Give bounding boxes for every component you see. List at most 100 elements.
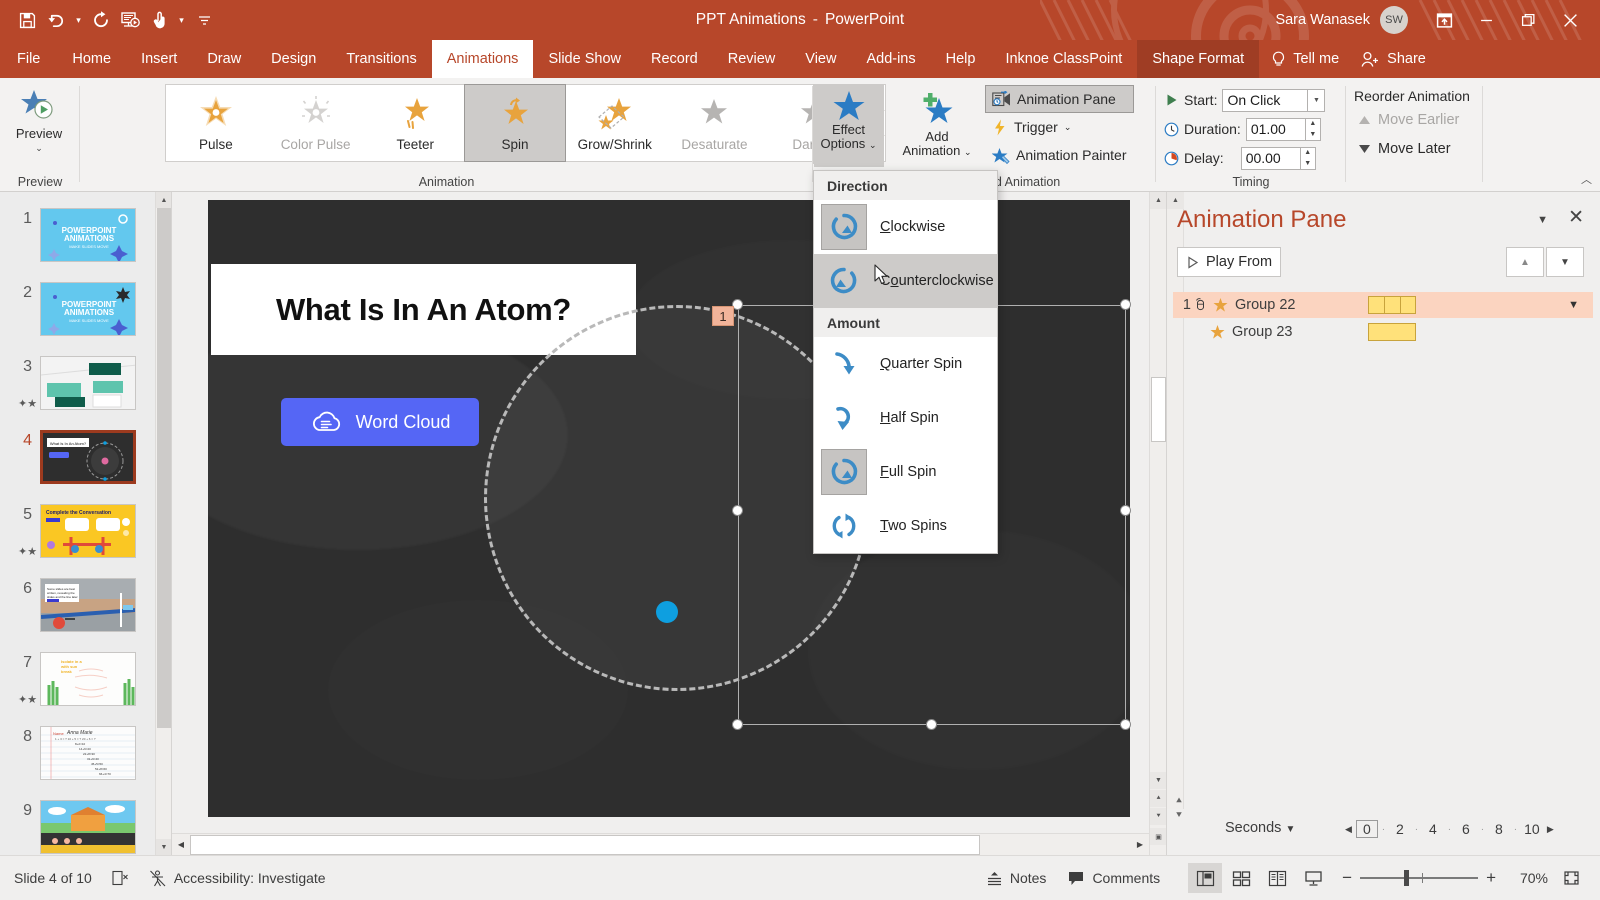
slide-horizontal-scrollbar[interactable]: ◀ ▶ <box>172 833 1149 855</box>
slide-thumbnail-9[interactable] <box>40 800 136 854</box>
animation-item-teeter[interactable]: Teeter <box>365 85 465 161</box>
zoom-handle[interactable] <box>1404 870 1409 886</box>
tab-slide-show[interactable]: Slide Show <box>533 40 636 78</box>
tab-help[interactable]: Help <box>931 40 991 78</box>
duration-up-icon[interactable]: ▲ <box>1306 119 1320 130</box>
menu-item-full-spin[interactable]: Full Spin <box>814 445 997 499</box>
zoom-track[interactable] <box>1360 877 1478 879</box>
animation-item-pulse[interactable]: Pulse <box>166 85 266 161</box>
thumbnail-scroll-thumb[interactable] <box>157 208 171 728</box>
share-button[interactable]: Share <box>1351 40 1442 78</box>
tab-shape-format[interactable]: Shape Format <box>1137 40 1259 78</box>
menu-item-clockwise[interactable]: Clockwise <box>814 200 997 254</box>
thumbnail-scroll-down-icon[interactable]: ▼ <box>156 839 172 855</box>
redo-icon[interactable] <box>88 6 114 34</box>
tab-draw[interactable]: Draw <box>192 40 256 78</box>
selection-handle-sw[interactable] <box>732 719 743 730</box>
language-icon[interactable] <box>102 863 139 893</box>
duration-stepper[interactable]: ▲▼ <box>1306 118 1321 141</box>
play-from-button[interactable]: Play From <box>1177 247 1281 277</box>
tab-add-ins[interactable]: Add-ins <box>851 40 930 78</box>
slide-vertical-scrollbar[interactable]: ▲ ▼ ⯅ ⯆ ▣ <box>1149 192 1166 855</box>
animation-item-chevron-down-icon[interactable]: ▼ <box>1568 299 1579 311</box>
back-to-current-slide-icon[interactable]: ▣ <box>1150 828 1167 845</box>
thumbnail-scroll-up-icon[interactable]: ▲ <box>156 192 172 208</box>
undo-icon[interactable] <box>43 6 69 34</box>
move-later-button[interactable]: Move Later <box>1354 136 1470 162</box>
avatar[interactable]: SW <box>1380 6 1408 34</box>
selection-handle-ne[interactable] <box>1120 299 1131 310</box>
slide-scroll-right-icon[interactable]: ▶ <box>1131 835 1149 855</box>
duration-down-icon[interactable]: ▼ <box>1306 129 1320 140</box>
accessibility-button[interactable]: Accessibility: Investigate <box>139 863 336 893</box>
slide-scroll-thumb[interactable] <box>1151 377 1166 442</box>
animation-pane-splitter[interactable]: ▲ <box>1167 192 1184 809</box>
electron-dot[interactable] <box>656 601 678 623</box>
notes-button[interactable]: Notes <box>976 863 1057 893</box>
slide-hscroll-thumb[interactable] <box>190 835 980 855</box>
slide-scroll-left-icon[interactable]: ◀ <box>172 835 190 855</box>
close-pane-icon[interactable]: ✕ <box>1568 206 1584 229</box>
slide-show-view-button[interactable] <box>1296 863 1330 893</box>
slide-thumbnail-2[interactable]: POWERPOINTANIMATIONSMAKE SLIDES MOVE <box>40 282 136 336</box>
ruler-scroll-left-icon[interactable]: ◀ <box>1341 824 1356 835</box>
move-up-icon[interactable]: ▲ <box>1506 247 1544 277</box>
zoom-percentage[interactable]: 70% <box>1508 870 1548 886</box>
tab-record[interactable]: Record <box>636 40 713 78</box>
tab-view[interactable]: View <box>790 40 851 78</box>
zoom-in-icon[interactable]: + <box>1486 868 1496 888</box>
pane-page-down-icon[interactable]: ⯆ <box>1175 810 1183 821</box>
menu-item-two-spins[interactable]: Two Spins <box>814 499 997 553</box>
touch-mode-dropdown-icon[interactable]: ▾ <box>175 6 188 34</box>
selection-handle-w[interactable] <box>732 505 743 516</box>
preview-button[interactable]: Preview ⌄ <box>8 84 70 170</box>
effect-options-button[interactable]: Effect Options ⌄ <box>813 84 884 164</box>
slide-scroll-up-icon[interactable]: ▲ <box>1150 192 1167 209</box>
tab-file[interactable]: File <box>0 40 57 78</box>
start-input[interactable]: On Click <box>1222 89 1308 112</box>
ribbon-display-options-icon[interactable] <box>1424 0 1464 40</box>
timeline-bar-group-23[interactable] <box>1368 323 1416 341</box>
animation-list-item-group-22[interactable]: 1 Group 22 ▼ <box>1173 292 1593 318</box>
slide-thumbnail-6[interactable]: Some slides are bestwritten, revealing t… <box>40 578 136 632</box>
restore-button[interactable] <box>1508 0 1548 40</box>
tell-me-box[interactable]: Tell me <box>1259 40 1351 78</box>
tab-inknoe-classpoint[interactable]: Inknoe ClassPoint <box>990 40 1137 78</box>
customize-qat-icon[interactable] <box>191 6 217 34</box>
touch-mode-icon[interactable] <box>146 6 172 34</box>
tab-transitions[interactable]: Transitions <box>331 40 431 78</box>
selection-handle-s[interactable] <box>926 719 937 730</box>
tab-design[interactable]: Design <box>256 40 331 78</box>
delay-up-icon[interactable]: ▲ <box>1301 148 1315 159</box>
add-animation-button[interactable]: Add Animation ⌄ <box>894 84 980 170</box>
animation-item-color-pulse[interactable]: Color Pulse <box>266 85 366 161</box>
comments-button[interactable]: Comments <box>1058 863 1170 893</box>
slide-scroll-down-icon[interactable]: ▼ <box>1150 772 1167 789</box>
slide-thumbnail-3[interactable] <box>40 356 136 410</box>
slide-thumbnail-1[interactable]: POWERPOINTANIMATIONSMAKE SLIDES MOVE <box>40 208 136 262</box>
menu-item-counterclockwise[interactable]: Counterclockwise <box>814 254 997 308</box>
next-slide-icon[interactable]: ⯆ <box>1150 808 1167 825</box>
tab-home[interactable]: Home <box>57 40 126 78</box>
duration-input[interactable]: 01.00 <box>1246 118 1306 141</box>
animation-list-item-group-23[interactable]: Group 23 <box>1173 319 1593 345</box>
slide-hscroll-track[interactable] <box>190 835 1131 855</box>
minimize-button[interactable] <box>1466 0 1506 40</box>
slide-thumbnail-5[interactable]: Complete the Conversation <box>40 504 136 558</box>
tab-insert[interactable]: Insert <box>126 40 192 78</box>
zoom-slider[interactable]: − + <box>1342 868 1496 888</box>
selection-handle-e[interactable] <box>1120 505 1131 516</box>
delay-input[interactable]: 00.00 <box>1241 147 1301 170</box>
menu-item-quarter-spin[interactable]: Quarter Spin <box>814 337 997 391</box>
undo-dropdown-icon[interactable]: ▾ <box>72 6 85 34</box>
animation-order-badge[interactable]: 1 <box>712 306 734 326</box>
slide-thumbnail-7[interactable]: Isolate in awith sunbreak <box>40 652 136 706</box>
animation-item-desaturate[interactable]: Desaturate <box>665 85 765 161</box>
close-button[interactable] <box>1550 0 1590 40</box>
delay-stepper[interactable]: ▲▼ <box>1301 147 1316 170</box>
reading-view-button[interactable] <box>1260 863 1294 893</box>
zoom-out-icon[interactable]: − <box>1342 868 1352 888</box>
start-dropdown-icon[interactable]: ▼ <box>1308 89 1325 112</box>
trigger-button[interactable]: Trigger ⌄ <box>986 114 1133 140</box>
tab-review[interactable]: Review <box>713 40 791 78</box>
